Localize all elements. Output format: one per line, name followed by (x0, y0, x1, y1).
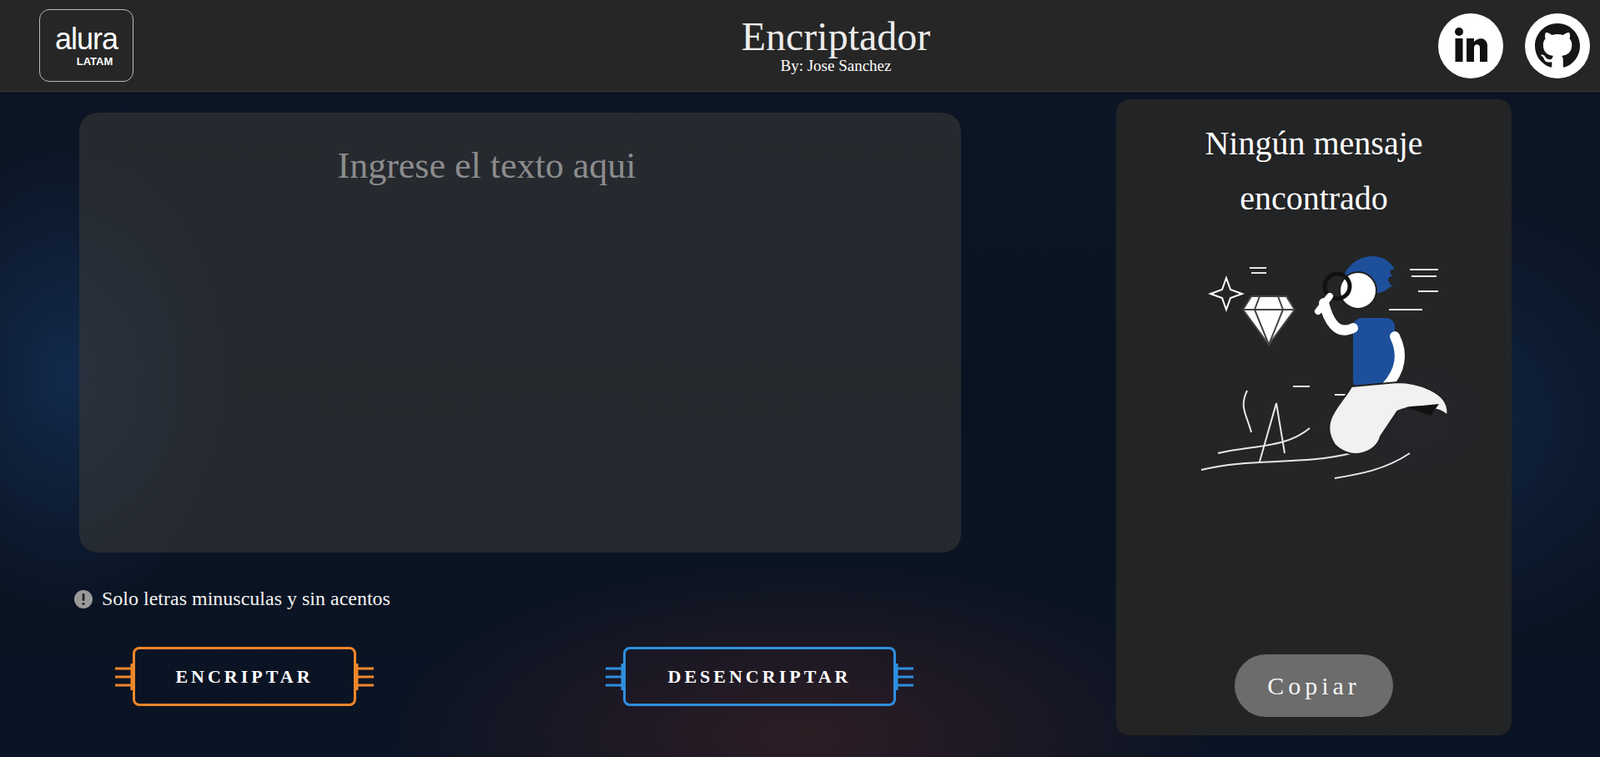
input-column: Solo letras minusculas y sin acentos ENCR… (79, 99, 962, 706)
pins-icon (893, 661, 914, 692)
pins-icon (353, 661, 374, 692)
logo-brand: alura (55, 24, 118, 55)
info-icon (73, 588, 94, 609)
logo-region: LATAM (76, 55, 114, 67)
action-buttons: ENCRIPTAR DESENCRIPTAR (79, 646, 962, 706)
copy-button[interactable]: Copiar (1234, 654, 1394, 717)
action-button[interactable]: DESENCRIPTAR (623, 646, 896, 706)
social-links (1438, 13, 1590, 79)
hint-text: Solo letras minusculas y sin acentos (101, 587, 391, 610)
header: aluraLATAM EncriptadorBy: Jose Sanchez (0, 0, 1600, 92)
pins-icon (605, 661, 626, 692)
action-button[interactable]: ENCRIPTAR (132, 646, 357, 706)
searching-person-icon (1167, 244, 1460, 499)
encriptador-page: aluraLATAM EncriptadorBy: Jose Sanchez Sol… (0, 0, 1600, 757)
pins-icon (115, 661, 136, 692)
text-input[interactable] (79, 112, 962, 553)
github-icon[interactable] (1524, 13, 1590, 79)
hint: Solo letras minusculas y sin acentos (73, 587, 962, 610)
app-title: Encriptador (741, 15, 931, 58)
author: By: Jose Sanchez (780, 57, 892, 76)
output-title: Ningún mensaje encontrado (1136, 115, 1492, 227)
main-area: Solo letras minusculas y sin acentos ENCR… (0, 91, 1600, 757)
alura-logo[interactable]: aluraLATAM (39, 9, 134, 82)
linkedin-icon[interactable] (1438, 13, 1504, 79)
output-panel: Ningún mensaje encontrado Copiar (1116, 99, 1512, 735)
title-block: EncriptadorBy: Jose Sanchez (741, 15, 931, 76)
